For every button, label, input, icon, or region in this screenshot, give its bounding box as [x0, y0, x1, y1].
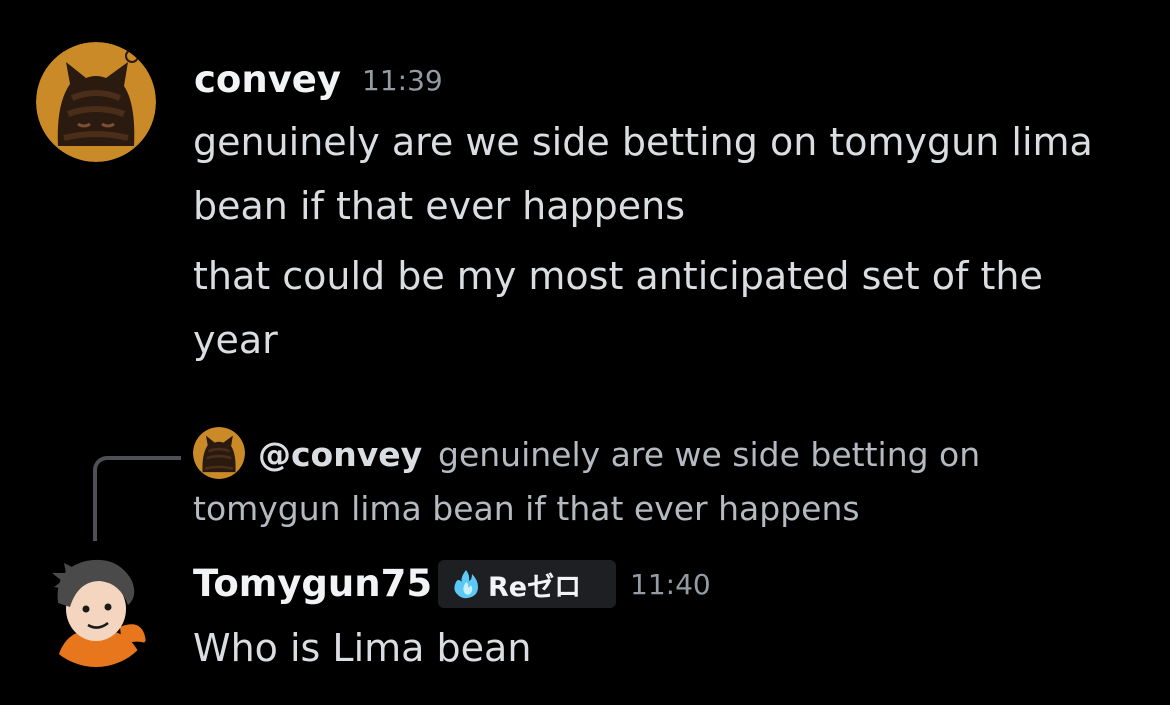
cat-avatar-icon	[36, 42, 156, 162]
reply-author-avatar[interactable]	[193, 427, 245, 479]
message-text-line: year	[193, 318, 278, 362]
message-text-line: that could be my most anticipated set of…	[193, 254, 1043, 298]
tomygun-avatar[interactable]	[36, 547, 156, 667]
reply-preview-text[interactable]: tomygun lima bean if that ever happens	[193, 492, 860, 525]
message-author[interactable]: Tomygun75	[193, 562, 432, 605]
server-tag-label: Reゼロ	[488, 571, 582, 603]
cartoon-boy-avatar-icon	[36, 547, 156, 667]
cat-avatar-icon	[193, 427, 245, 479]
reply-preview-text[interactable]: genuinely are we side betting on	[438, 438, 980, 471]
reply-spine-line	[93, 456, 181, 541]
message-author[interactable]: convey	[194, 58, 341, 101]
message-timestamp[interactable]: 11:39	[362, 64, 443, 97]
convey-avatar[interactable]	[36, 42, 156, 162]
blue-flame-icon	[454, 570, 478, 599]
message-text-line: Who is Lima bean	[193, 626, 532, 670]
message-text-line: bean if that ever happens	[193, 184, 686, 228]
message-timestamp[interactable]: 11:40	[630, 568, 711, 601]
message-text-line: genuinely are we side betting on tomygun…	[193, 120, 1093, 164]
server-tag-badge[interactable]: Reゼロ	[438, 560, 616, 608]
reply-author-mention[interactable]: @convey	[258, 435, 422, 474]
